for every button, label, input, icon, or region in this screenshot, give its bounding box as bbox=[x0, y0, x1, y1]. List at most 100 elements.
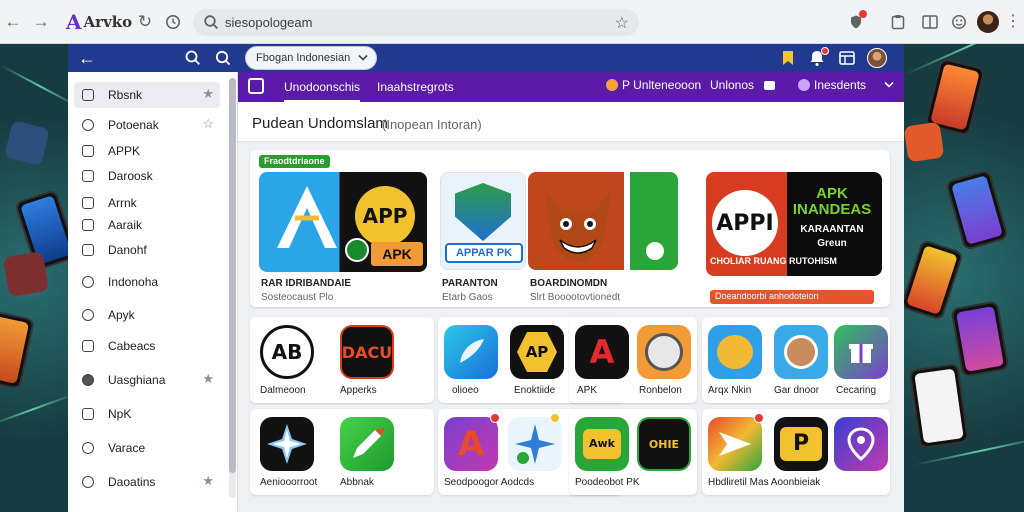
app-icon bbox=[834, 325, 888, 379]
star-icon[interactable]: ★ bbox=[202, 473, 214, 489]
sidebar-item[interactable]: Uasghiana ★ bbox=[74, 367, 220, 393]
extension-shield-icon[interactable] bbox=[846, 10, 867, 32]
sidebar-item[interactable]: Indonoha bbox=[74, 269, 220, 295]
sidebar-item[interactable]: APPK bbox=[74, 138, 220, 164]
app-label: Abbnak bbox=[340, 477, 374, 488]
browser-menu-icon[interactable]: ⋮ bbox=[1005, 11, 1021, 33]
featured-title: CHOLIAR RUANG RUTOHISM bbox=[710, 256, 837, 266]
tab-right-updates[interactable]: Unlonos bbox=[710, 78, 776, 92]
app-label: APK bbox=[577, 385, 598, 396]
tab-right-notifications[interactable]: P Unlteneooon bbox=[606, 78, 701, 92]
profile-avatar[interactable] bbox=[977, 11, 999, 33]
app-tab-bar: Unodoonschis Inaahstregrots P Unlteneooo… bbox=[238, 72, 904, 103]
app-card[interactable]: AB Dalmeoon DACU Apperks bbox=[250, 317, 434, 403]
back-arrow-icon[interactable]: ← bbox=[78, 47, 96, 69]
tag-icon bbox=[82, 340, 94, 352]
notification-bell-icon[interactable] bbox=[808, 47, 829, 67]
app-card[interactable]: Aeniooorroot Abbnak bbox=[250, 409, 434, 495]
app-card[interactable]: Awk Poodeobot PK OHIE bbox=[569, 409, 697, 495]
app-label: Aeniooorroot bbox=[260, 477, 318, 488]
decorative-phone bbox=[0, 310, 36, 390]
clipboard-icon[interactable] bbox=[888, 12, 908, 32]
sidebar-item[interactable]: Cabeacs bbox=[74, 333, 220, 359]
app-icon-label: P bbox=[780, 427, 822, 461]
background-decoration-left bbox=[0, 44, 68, 512]
creature-mascot-icon bbox=[544, 188, 612, 262]
whatsapp-icon bbox=[646, 242, 664, 260]
featured-title: BOARDINOMDN bbox=[530, 278, 608, 289]
chevron-down-icon bbox=[358, 54, 368, 61]
star-icon[interactable]: ☆ bbox=[202, 116, 214, 132]
decorative-phone bbox=[944, 169, 1010, 251]
history-clock-icon[interactable] bbox=[162, 11, 184, 33]
app-icon bbox=[637, 325, 691, 379]
scrollbar-thumb[interactable] bbox=[229, 78, 236, 473]
tab-secondary[interactable]: Inaahstregrots bbox=[377, 80, 454, 94]
tab-primary[interactable]: Unodoonschis bbox=[284, 80, 361, 103]
page-subtitle: (Inopean Intoran) bbox=[382, 117, 482, 132]
window-icon[interactable] bbox=[838, 49, 856, 67]
app-card[interactable]: Arqx Nkin Gar dnoor Cecaring bbox=[702, 317, 890, 403]
sidebar-scrollbar[interactable] bbox=[229, 78, 236, 498]
map-pin-icon bbox=[847, 427, 875, 461]
feather-icon bbox=[460, 339, 484, 363]
user-icon bbox=[82, 374, 94, 386]
star-icon[interactable]: ★ bbox=[202, 86, 214, 102]
sidebar-item[interactable]: Daoatins ★ bbox=[74, 469, 220, 495]
app-label: Apperks bbox=[340, 385, 377, 396]
globe-icon bbox=[82, 276, 94, 288]
sidebar-item[interactable]: NpK bbox=[74, 401, 220, 427]
sidebar-item[interactable]: Potoenak ☆ bbox=[74, 112, 220, 138]
sidebar-item[interactable]: Rbsnk ★ bbox=[74, 82, 220, 108]
brand-mark: A bbox=[66, 10, 82, 34]
forward-arrow-icon[interactable]: → bbox=[30, 11, 52, 33]
featured-progress-bar: Doeandoorbi anhodoteion bbox=[710, 290, 874, 304]
search-icon[interactable] bbox=[184, 49, 202, 67]
light-ray bbox=[0, 64, 68, 109]
bookmark-icon[interactable] bbox=[779, 49, 797, 67]
app-icon: A bbox=[575, 325, 629, 379]
sidebar-item[interactable]: Apyk bbox=[74, 302, 220, 328]
home-icon[interactable] bbox=[248, 78, 264, 94]
reload-icon[interactable]: ↻ bbox=[134, 11, 156, 33]
smiley-icon[interactable] bbox=[949, 12, 969, 32]
app-label: Cecaring bbox=[836, 385, 877, 396]
featured-art-label: APPAR PK bbox=[445, 243, 523, 263]
arrow-icon bbox=[719, 432, 751, 456]
app-card[interactable]: Hbdliretil Mas Aoonbieiak P bbox=[702, 409, 890, 495]
app-topbar: ← Fbogan Indonesian bbox=[68, 44, 904, 72]
notification-dot bbox=[754, 413, 764, 423]
app-card[interactable]: A APK Ronbelon bbox=[569, 317, 697, 403]
sidebar-item[interactable]: Varace bbox=[74, 435, 220, 461]
app-label: Ronbelon bbox=[639, 385, 682, 396]
chat-bubble-icon bbox=[764, 80, 776, 90]
app-window: ← Fbogan Indonesian Unodoonschis Inaahst… bbox=[68, 44, 904, 512]
file-icon bbox=[82, 244, 94, 256]
site-logo[interactable]: A Arvko bbox=[66, 11, 132, 33]
country-selector[interactable]: Fbogan Indonesian bbox=[245, 46, 377, 70]
app-label: Seodpoogor Aodcds bbox=[444, 477, 535, 488]
address-bar[interactable]: siesopologeam ☆ bbox=[193, 9, 639, 36]
split-view-icon[interactable] bbox=[920, 12, 940, 32]
user-avatar[interactable] bbox=[867, 48, 887, 68]
circle-icon bbox=[82, 309, 94, 321]
featured-subtitle: Etarb Gaos bbox=[442, 292, 493, 303]
sidebar-item[interactable]: Danohf bbox=[74, 237, 220, 263]
sidebar-item[interactable]: Daroosk bbox=[74, 163, 220, 189]
search-icon[interactable] bbox=[214, 49, 232, 67]
app-label: Hbdliretil Mas Aoonbieiak bbox=[708, 477, 821, 488]
clock-icon bbox=[82, 442, 94, 454]
cat-face-icon bbox=[717, 335, 753, 369]
shield-icon bbox=[455, 183, 511, 241]
app-label: olioeo bbox=[452, 385, 479, 396]
character-icon bbox=[784, 335, 818, 369]
featured-art-label: APP bbox=[355, 186, 415, 246]
app-icon: Awk bbox=[575, 417, 629, 471]
back-arrow-icon[interactable]: ← bbox=[2, 11, 24, 33]
tab-right-incidents[interactable]: Inesdents bbox=[798, 78, 894, 92]
chevron-down-icon bbox=[884, 81, 894, 88]
featured-section: Fraodtdriaone APP APK RAR IDRIBANDAIE So… bbox=[250, 150, 890, 307]
star-icon[interactable]: ★ bbox=[202, 371, 214, 387]
sidebar-item[interactable]: Aaraik bbox=[74, 212, 220, 238]
bookmark-star-icon[interactable]: ☆ bbox=[615, 13, 629, 33]
